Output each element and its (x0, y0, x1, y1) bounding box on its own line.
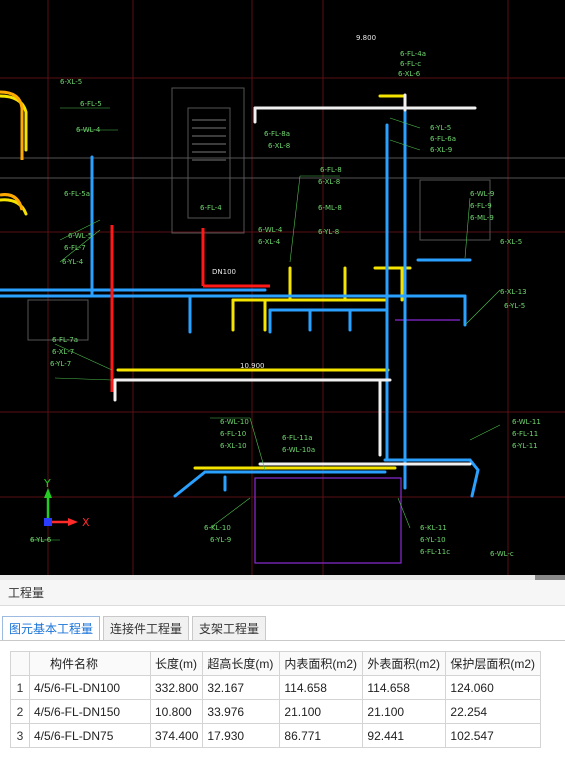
svg-text:6-WL-10: 6-WL-10 (220, 418, 249, 426)
svg-text:6-FL-4: 6-FL-4 (200, 204, 222, 212)
table-row[interactable]: 2 4/5/6-FL-DN150 10.800 33.976 21.100 21… (10, 699, 542, 724)
component-name[interactable]: 4/5/6-FL-DN75 (29, 723, 151, 748)
outer-area-value[interactable]: 21.100 (362, 699, 447, 724)
svg-text:10.900: 10.900 (240, 362, 265, 370)
svg-text:6-WL-4: 6-WL-4 (258, 226, 283, 234)
column-header-index (10, 651, 30, 676)
svg-text:6-YL-9: 6-YL-9 (210, 536, 231, 544)
svg-text:6-YL-11: 6-YL-11 (512, 442, 538, 450)
svg-text:6-FL-7a: 6-FL-7a (52, 336, 78, 344)
svg-text:6-YL-5: 6-YL-5 (430, 124, 451, 132)
table-header-row: 构件名称 长度(m) 超高长度(m) 内表面积(m2) 外表面积(m2) 保护层… (10, 651, 542, 676)
svg-text:6-XL-9: 6-XL-9 (430, 146, 452, 154)
pipe-drawing: 6-FL-4a 6-FL-c 6-XL-6 6-FL-8a 6-XL-8 6-Y… (0, 0, 565, 575)
overheight-length-value[interactable]: 33.976 (202, 699, 281, 724)
tab-support-quantity[interactable]: 支架工程量 (192, 616, 267, 640)
svg-text:6-WL-9: 6-WL-9 (470, 190, 494, 198)
svg-text:6-WL-11: 6-WL-11 (512, 418, 541, 426)
svg-text:6-XL-5: 6-XL-5 (500, 238, 522, 246)
svg-text:6-YL-6: 6-YL-6 (30, 536, 52, 544)
svg-text:6-FL-5a: 6-FL-5a (64, 190, 90, 198)
row-index: 2 (10, 699, 30, 724)
inner-area-value[interactable]: 21.100 (279, 699, 364, 724)
length-value[interactable]: 10.800 (149, 699, 204, 724)
overheight-length-value[interactable]: 17.930 (202, 723, 281, 748)
column-header-name[interactable]: 构件名称 (29, 651, 151, 676)
outer-area-value[interactable]: 114.658 (362, 675, 447, 700)
svg-text:6-XL-4: 6-XL-4 (258, 238, 281, 246)
length-value[interactable]: 374.400 (149, 723, 204, 748)
tab-divider (0, 640, 565, 641)
svg-text:6-YL-10: 6-YL-10 (420, 536, 446, 544)
svg-text:6-FL-9: 6-FL-9 (470, 202, 492, 210)
svg-text:6-FL-11c: 6-FL-11c (420, 548, 450, 556)
svg-text:6-XL-8: 6-XL-8 (318, 178, 340, 186)
svg-text:6-YL-7: 6-YL-7 (50, 360, 71, 368)
component-name[interactable]: 4/5/6-FL-DN150 (29, 699, 151, 724)
column-header-length[interactable]: 长度(m) (149, 651, 204, 676)
svg-text:6-XL-6: 6-XL-6 (398, 70, 421, 78)
outer-area-value[interactable]: 92.441 (362, 723, 447, 748)
svg-text:6-WL-10a: 6-WL-10a (282, 446, 315, 454)
protective-area-value[interactable]: 102.547 (445, 723, 542, 748)
svg-text:6-XL-5: 6-XL-5 (60, 78, 82, 86)
svg-text:6-YL-8: 6-YL-8 (318, 228, 339, 236)
inner-area-value[interactable]: 86.771 (279, 723, 364, 748)
svg-text:6-FL-7: 6-FL-7 (64, 244, 86, 252)
svg-text:X: X (82, 516, 90, 529)
svg-text:6-YL-5: 6-YL-5 (504, 302, 525, 310)
tab-connector-quantity[interactable]: 连接件工程量 (103, 616, 190, 640)
row-index: 3 (10, 723, 30, 748)
column-header-outer-area[interactable]: 外表面积(m2) (362, 651, 447, 676)
axis-gizmo: Y X (43, 477, 90, 529)
svg-text:6-FL-8a: 6-FL-8a (264, 130, 290, 138)
table-row[interactable]: 1 4/5/6-FL-DN100 332.800 32.167 114.658 … (10, 675, 542, 700)
svg-text:6-FL-6a: 6-FL-6a (430, 135, 456, 143)
table-row[interactable]: 3 4/5/6-FL-DN75 374.400 17.930 86.771 92… (10, 723, 542, 748)
quantity-panel: 工程量 图元基本工程量 连接件工程量 支架工程量 构件名称 长度(m) 超高长度… (0, 580, 565, 759)
panel-title: 工程量 (0, 580, 565, 606)
svg-text:6-FL-5: 6-FL-5 (80, 100, 102, 108)
cad-drawing-canvas[interactable]: 6-FL-4a 6-FL-c 6-XL-6 6-FL-8a 6-XL-8 6-Y… (0, 0, 565, 575)
svg-text:6-FL-10: 6-FL-10 (220, 430, 246, 438)
column-header-overheight-length[interactable]: 超高长度(m) (202, 651, 281, 676)
overheight-length-value[interactable]: 32.167 (202, 675, 281, 700)
quantity-table: 构件名称 长度(m) 超高长度(m) 内表面积(m2) 外表面积(m2) 保护层… (10, 651, 542, 748)
svg-text:6-KL-11: 6-KL-11 (420, 524, 447, 532)
svg-text:6-WL-c: 6-WL-c (490, 550, 514, 558)
svg-text:6-XL-10: 6-XL-10 (220, 442, 247, 450)
svg-text:6-FL-11a: 6-FL-11a (282, 434, 313, 442)
svg-text:6-FL-4a: 6-FL-4a (400, 50, 426, 58)
tab-element-quantity[interactable]: 图元基本工程量 (2, 616, 101, 640)
component-name[interactable]: 4/5/6-FL-DN100 (29, 675, 151, 700)
panel-tabs: 图元基本工程量 连接件工程量 支架工程量 (2, 616, 267, 640)
row-index: 1 (10, 675, 30, 700)
length-value[interactable]: 332.800 (149, 675, 204, 700)
svg-text:6-FL-11: 6-FL-11 (512, 430, 538, 438)
svg-text:6-XL-7: 6-XL-7 (52, 348, 74, 356)
svg-text:6-XL-13: 6-XL-13 (500, 288, 527, 296)
svg-text:9.800: 9.800 (356, 34, 376, 42)
column-header-inner-area[interactable]: 内表面积(m2) (279, 651, 364, 676)
svg-text:6-WL-4: 6-WL-4 (76, 126, 101, 134)
protective-area-value[interactable]: 22.254 (445, 699, 542, 724)
svg-text:6-FL-c: 6-FL-c (400, 60, 421, 68)
inner-area-value[interactable]: 114.658 (279, 675, 364, 700)
svg-text:6-KL-10: 6-KL-10 (204, 524, 231, 532)
svg-text:6-FL-8: 6-FL-8 (320, 166, 342, 174)
svg-text:6-YL-4: 6-YL-4 (62, 258, 84, 266)
svg-text:DN100: DN100 (212, 268, 236, 276)
svg-text:Y: Y (43, 477, 51, 490)
column-header-protective-area[interactable]: 保护层面积(m2) (445, 651, 542, 676)
svg-text:6-XL-8: 6-XL-8 (268, 142, 290, 150)
svg-text:6-WL-5: 6-WL-5 (68, 232, 92, 240)
svg-text:6-ML-9: 6-ML-9 (470, 214, 494, 222)
svg-text:6-ML-8: 6-ML-8 (318, 204, 342, 212)
protective-area-value[interactable]: 124.060 (445, 675, 542, 700)
